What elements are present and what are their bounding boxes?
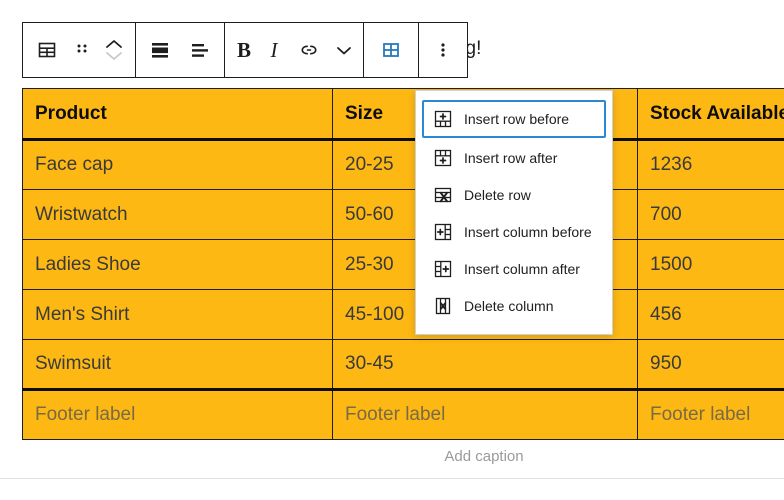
table-block[interactable]: Product Size Stock Available Face cap 20…	[22, 88, 784, 440]
align-block-icon[interactable]	[140, 23, 180, 77]
table-cell[interactable]: 30-45	[332, 339, 638, 390]
menu-item-insert-row-before[interactable]: Insert row before	[422, 100, 606, 138]
menu-item-insert-column-before[interactable]: Insert column before	[422, 215, 606, 249]
align-text-icon[interactable]	[180, 23, 220, 77]
table-body: Face cap 20-25 1236 Wristwatch 50-60 700…	[22, 139, 784, 390]
menu-item-label: Insert column before	[464, 224, 592, 240]
table-footer-cell[interactable]: Footer label	[22, 388, 333, 440]
edit-table-button[interactable]	[368, 23, 414, 77]
block-type-table-icon[interactable]	[27, 23, 67, 77]
menu-item-label: Insert row before	[464, 111, 570, 127]
product-table[interactable]: Product Size Stock Available Face cap 20…	[22, 88, 784, 440]
table-cell[interactable]: Ladies Shoe	[22, 239, 333, 290]
chevron-down-icon[interactable]	[329, 23, 359, 77]
table-header-cell[interactable]: Product	[22, 88, 333, 141]
delete-column-icon	[432, 295, 454, 317]
delete-row-icon	[432, 184, 454, 206]
table-cell[interactable]: Wristwatch	[22, 189, 333, 240]
menu-item-label: Insert row after	[464, 150, 558, 166]
table-cell[interactable]: Face cap	[22, 139, 333, 190]
table-options-menu: Insert row before Insert row after Delet…	[415, 90, 613, 335]
kebab-menu-icon[interactable]	[423, 23, 463, 77]
table-cell[interactable]: 1500	[637, 239, 784, 290]
table-cell[interactable]: 700	[637, 189, 784, 240]
table-footer-cell[interactable]: Footer label	[332, 388, 638, 440]
menu-item-insert-column-after[interactable]: Insert column after	[422, 252, 606, 286]
table-cell[interactable]: 456	[637, 289, 784, 340]
menu-item-delete-column[interactable]: Delete column	[422, 289, 606, 323]
table-cell[interactable]: Men's Shirt	[22, 289, 333, 340]
table-row: Face cap 20-25 1236	[22, 139, 784, 190]
table-caption-placeholder[interactable]: Add caption	[22, 448, 784, 465]
bold-label: B	[236, 37, 251, 62]
insert-column-before-icon	[432, 221, 454, 243]
table-head: Product Size Stock Available	[22, 88, 784, 141]
menu-item-label: Delete column	[464, 298, 554, 314]
insert-row-before-icon	[432, 108, 454, 130]
bold-button[interactable]: B	[229, 23, 259, 77]
table-row: Ladies Shoe 25-30 1500	[22, 239, 784, 290]
italic-label: I	[270, 37, 278, 62]
move-updown-icon[interactable]	[97, 23, 131, 77]
menu-item-label: Delete row	[464, 187, 531, 203]
toolbar-group-alignment	[136, 23, 225, 77]
drag-handle-icon[interactable]	[67, 23, 97, 77]
toolbar-group-table-controls	[364, 23, 419, 77]
italic-button[interactable]: I	[259, 23, 289, 77]
content-divider	[0, 478, 784, 479]
table-cell[interactable]: 1236	[637, 139, 784, 190]
toolbar-group-block-controls	[23, 23, 136, 77]
insert-column-after-icon	[432, 258, 454, 280]
table-header-row: Product Size Stock Available	[22, 88, 784, 141]
menu-item-label: Insert column after	[464, 261, 580, 277]
link-icon[interactable]	[289, 23, 329, 77]
insert-row-after-icon	[432, 147, 454, 169]
table-footer-row: Footer label Footer label Footer label	[22, 388, 784, 440]
block-toolbar: B I	[22, 22, 468, 78]
table-row: Men's Shirt 45-100 456	[22, 289, 784, 340]
menu-item-insert-row-after[interactable]: Insert row after	[422, 141, 606, 175]
toolbar-group-block-options	[419, 23, 467, 77]
table-cell[interactable]: 950	[637, 339, 784, 390]
table-row: Swimsuit 30-45 950	[22, 339, 784, 390]
table-cell[interactable]: Swimsuit	[22, 339, 333, 390]
table-row: Wristwatch 50-60 700	[22, 189, 784, 240]
table-footer-cell[interactable]: Footer label	[637, 388, 784, 440]
table-foot: Footer label Footer label Footer label	[22, 388, 784, 440]
table-header-cell[interactable]: Stock Available	[637, 88, 784, 141]
menu-item-delete-row[interactable]: Delete row	[422, 178, 606, 212]
toolbar-group-text-formatting: B I	[225, 23, 364, 77]
